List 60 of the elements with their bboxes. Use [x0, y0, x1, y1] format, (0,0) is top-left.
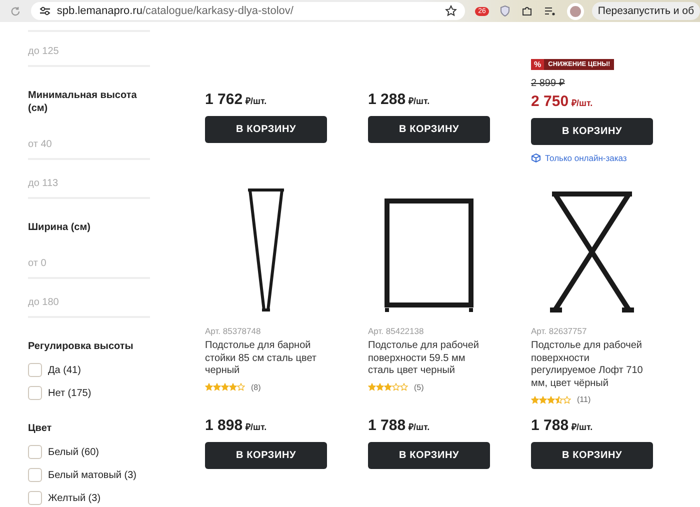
price: 1 898 — [205, 417, 243, 434]
add-to-cart-button[interactable]: В КОРЗИНУ — [205, 116, 327, 143]
price-unit: ₽/шт. — [246, 95, 267, 107]
filter-title: Минимальная высота (см) — [28, 89, 138, 115]
price-unit: ₽/шт. — [408, 421, 430, 433]
url-text: spb.lemanapro.ru/catalogue/karkasy-dlya-stolov/ — [56, 5, 294, 17]
price: 1 788 — [531, 417, 569, 434]
article-number: Арт. 82637757 — [531, 326, 588, 336]
price-unit: ₽/шт. — [246, 421, 267, 433]
relaunch-button[interactable]: Перезапустить и об — [592, 2, 700, 20]
avatar[interactable] — [566, 2, 584, 20]
review-count: (11) — [577, 395, 591, 404]
checkbox[interactable] — [28, 445, 42, 459]
article-number: Арт. 85378748 — [205, 326, 262, 336]
range-input[interactable]: от 0 — [28, 244, 150, 279]
add-to-cart-button[interactable]: В КОРЗИНУ — [205, 442, 327, 469]
add-to-cart-button[interactable]: В КОРЗИНУ — [531, 442, 653, 469]
checkbox[interactable] — [28, 468, 42, 482]
review-count: (5) — [414, 382, 424, 392]
filter-title: Ширина (см) — [28, 221, 92, 234]
price: 1 762 — [205, 91, 243, 108]
box-icon — [531, 153, 541, 163]
checkbox-label: Белый матовый (3) — [48, 470, 137, 480]
product-title[interactable]: Подстолье для барной стойки 85 см сталь цвет черный — [205, 340, 327, 378]
bookmark-star-icon[interactable] — [445, 5, 458, 17]
online-only-label: Только онлайн-заказ — [545, 153, 627, 163]
percent-icon: % — [531, 59, 544, 70]
product-title[interactable]: Подстолье для рабочей поверхности регулируемое Лофт 710 мм, цвет чёрный — [531, 340, 653, 390]
range-input[interactable]: до 125 — [28, 32, 150, 67]
checkbox-label: Да (41) — [48, 364, 81, 376]
checkbox[interactable] — [28, 363, 42, 377]
review-count: (8) — [251, 382, 261, 392]
add-to-cart-button[interactable]: В КОРЗИНУ — [368, 442, 490, 469]
playlist-icon[interactable] — [544, 6, 556, 16]
price: 2 750 — [531, 93, 569, 110]
price-unit: ₽/шт. — [572, 97, 593, 109]
checkbox-label: Нет (175) — [48, 388, 92, 398]
filter-title: Регулировка высоты — [28, 340, 134, 353]
price-unit: ₽/шт. — [408, 95, 430, 107]
checkbox[interactable] — [28, 491, 42, 505]
price: 1 788 — [368, 417, 406, 434]
range-input[interactable]: до 180 — [28, 283, 150, 318]
product-title[interactable]: Подстолье для рабочей поверхности 59.5 мм сталь цвет черный — [368, 340, 490, 378]
checkbox-label: Желтый (3) — [48, 492, 101, 504]
add-to-cart-button[interactable]: В КОРЗИНУ — [368, 116, 490, 143]
price: 1 288 — [368, 91, 406, 108]
filter-title: Цвет — [28, 422, 53, 435]
range-input[interactable]: до 113 — [28, 164, 150, 199]
shield-icon[interactable] — [500, 5, 510, 17]
address-bar[interactable]: spb.lemanapro.ru/catalogue/karkasy-dlya-stolov/ — [30, 2, 466, 20]
site-settings-icon[interactable] — [38, 6, 51, 16]
price-unit: ₽/шт. — [572, 421, 593, 433]
checkbox-label: Белый (60) — [48, 446, 99, 458]
checkbox[interactable] — [28, 386, 42, 400]
puzzle-icon[interactable] — [520, 5, 533, 17]
old-price: 2 899 ₽ — [531, 77, 565, 89]
range-input[interactable]: от 40 — [28, 125, 150, 160]
add-to-cart-button[interactable]: В КОРЗИНУ — [531, 118, 653, 145]
reload-icon[interactable] — [10, 6, 21, 16]
article-number: Арт. 85422138 — [368, 326, 425, 336]
